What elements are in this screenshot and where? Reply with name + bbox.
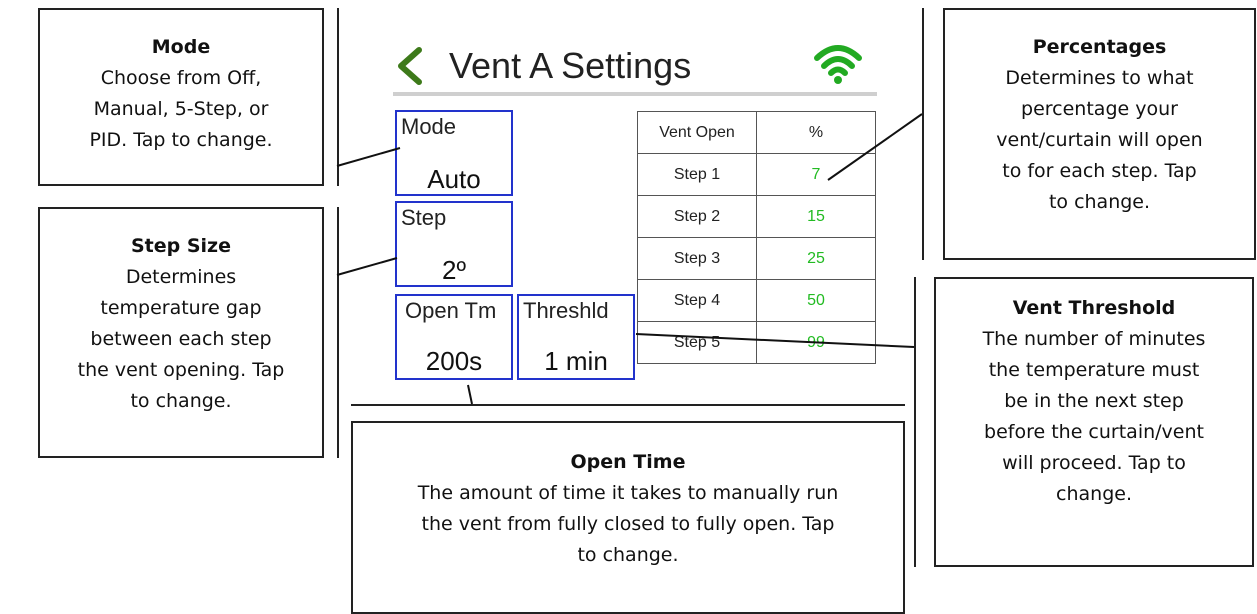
callout-leader-lines bbox=[336, 113, 923, 405]
open-time-leader-line bbox=[467, 384, 473, 405]
mode-leader-line bbox=[336, 147, 401, 167]
step-size-leader-line bbox=[336, 257, 398, 276]
vent-threshold-leader-line bbox=[635, 333, 915, 348]
percentages-leader-line bbox=[827, 113, 923, 181]
